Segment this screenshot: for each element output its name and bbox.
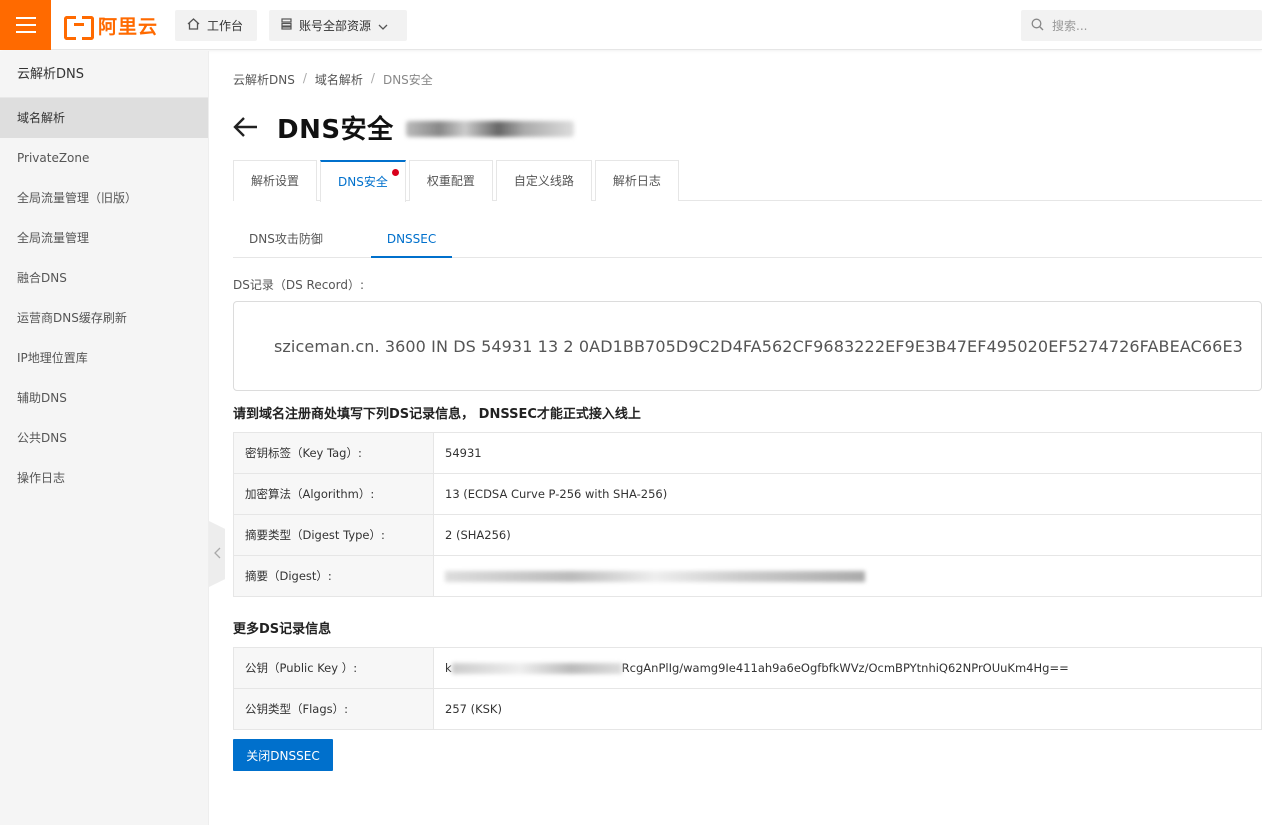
ds-info-table: 密钥标签（Key Tag）: 54931 加密算法（Algorithm）: 13… [233, 432, 1262, 597]
sidebar: 云解析DNS 域名解析 PrivateZone 全局流量管理（旧版） 全局流量管… [0, 51, 209, 825]
aliyun-logo[interactable]: 阿里云 [64, 13, 159, 40]
table-row: 加密算法（Algorithm）: 13 (ECDSA Curve P-256 w… [233, 473, 1262, 515]
digest-type-label: 摘要类型（Digest Type）: [233, 514, 434, 556]
public-key-value: k RcgAnPlIg/wamg9Ie411ah9a6eOgfbfkWVz/Ocm… [433, 647, 1262, 689]
hamburger-menu-button[interactable] [0, 0, 51, 50]
more-ds-info-title: 更多DS记录信息 [233, 622, 332, 637]
ds-record-label: DS记录（DS Record）: [233, 278, 365, 292]
redacted-digest [445, 571, 865, 582]
search-input[interactable] [1052, 18, 1232, 33]
flags-label: 公钥类型（Flags）: [233, 688, 434, 730]
digest-value [433, 555, 1262, 597]
tab-custom-line[interactable]: 自定义线路 [495, 160, 592, 201]
main-tabs: 解析设置 DNS安全 权重配置 自定义线路 解析日志 [233, 160, 1262, 202]
key-tag-label: 密钥标签（Key Tag）: [233, 432, 434, 474]
ds-record-box: sziceman.cn. 3600 IN DS 54931 13 2 0AD1B… [233, 301, 1262, 391]
algorithm-label: 加密算法（Algorithm）: [233, 473, 434, 515]
breadcrumb-item[interactable]: 域名解析 [315, 71, 363, 88]
tab-resolution-settings[interactable]: 解析设置 [233, 160, 318, 201]
public-key-label: 公钥（Public Key ）: [233, 647, 434, 689]
sidebar-item-gtm[interactable]: 全局流量管理 [0, 218, 208, 258]
resources-label: 账号全部资源 [299, 19, 372, 33]
table-row: 公钥类型（Flags）: 257 (KSK) [233, 688, 1262, 730]
page-title: DNS安全 [277, 114, 394, 145]
sidebar-item-fusion-dns[interactable]: 融合DNS [0, 258, 208, 298]
global-search[interactable] [1021, 10, 1262, 41]
breadcrumb: 云解析DNS / 域名解析 / DNS安全 [233, 71, 433, 88]
algorithm-value: 13 (ECDSA Curve P-256 with SHA-256) [433, 473, 1262, 515]
sidebar-item-domain-resolution[interactable]: 域名解析 [0, 98, 208, 138]
sub-tabs: DNS攻击防御 DNSSEC [233, 221, 1262, 258]
table-row: 摘要类型（Digest Type）: 2 (SHA256) [233, 514, 1262, 556]
chevron-down-icon [378, 19, 388, 33]
sidebar-item-privatezone[interactable]: PrivateZone [0, 138, 208, 178]
key-tag-value: 54931 [433, 432, 1262, 474]
digest-type-value: 2 (SHA256) [433, 514, 1262, 556]
aliyun-logo-icon [64, 16, 94, 40]
sidebar-title: 云解析DNS [0, 51, 208, 98]
resource-list-icon [281, 18, 292, 33]
top-bar: 阿里云 工作台 账号全部资源 [0, 0, 1262, 50]
resources-dropdown[interactable]: 账号全部资源 [269, 10, 407, 41]
workbench-label: 工作台 [207, 19, 244, 33]
close-dnssec-button[interactable]: 关闭DNSSEC [233, 739, 333, 771]
back-arrow-icon[interactable] [233, 116, 259, 138]
flags-value: 257 (KSK) [433, 688, 1262, 730]
table-row: 公钥（Public Key ）: k RcgAnPlIg/wamg9Ie411ah… [233, 647, 1262, 689]
tab-dns-security[interactable]: DNS安全 [320, 160, 406, 202]
logo-text: 阿里云 [98, 15, 159, 38]
chevron-left-icon [213, 547, 221, 562]
sidebar-item-isp-cache-refresh[interactable]: 运营商DNS缓存刷新 [0, 298, 208, 338]
sidebar-item-ip-geo-db[interactable]: IP地理位置库 [0, 338, 208, 378]
redacted-domain [405, 121, 574, 137]
page-header: DNS安全 [233, 109, 574, 145]
sidebar-item-public-dns[interactable]: 公共DNS [0, 418, 208, 458]
more-ds-info-table: 公钥（Public Key ）: k RcgAnPlIg/wamg9Ie411ah… [233, 647, 1262, 730]
breadcrumb-current: DNS安全 [382, 73, 433, 87]
redacted-public-key-part [451, 663, 622, 674]
workbench-button[interactable]: 工作台 [175, 10, 257, 41]
subtab-dns-attack-defense[interactable]: DNS攻击防御 [233, 221, 339, 258]
registrar-notice: 请到域名注册商处填写下列DS记录信息， DNSSEC才能正式接入线上 [233, 407, 641, 422]
sidebar-item-secondary-dns[interactable]: 辅助DNS [0, 378, 208, 418]
table-row: 密钥标签（Key Tag）: 54931 [233, 432, 1262, 474]
home-icon [187, 18, 200, 33]
sidebar-item-operation-log[interactable]: 操作日志 [0, 458, 208, 498]
subtab-dnssec[interactable]: DNSSEC [370, 221, 453, 258]
search-icon [1031, 18, 1044, 34]
notification-dot [391, 169, 399, 176]
breadcrumb-item[interactable]: 云解析DNS [233, 71, 295, 88]
tab-resolution-log[interactable]: 解析日志 [594, 160, 679, 201]
menu-icon [15, 17, 36, 19]
sidebar-collapse-handle[interactable] [209, 521, 225, 587]
table-row: 摘要（Digest）: [233, 555, 1262, 597]
digest-label: 摘要（Digest）: [233, 555, 434, 597]
sidebar-item-gtm-legacy[interactable]: 全局流量管理（旧版） [0, 178, 208, 218]
ds-record-value: sziceman.cn. 3600 IN DS 54931 13 2 0AD1B… [274, 336, 1243, 356]
tab-weight-config[interactable]: 权重配置 [408, 160, 493, 201]
